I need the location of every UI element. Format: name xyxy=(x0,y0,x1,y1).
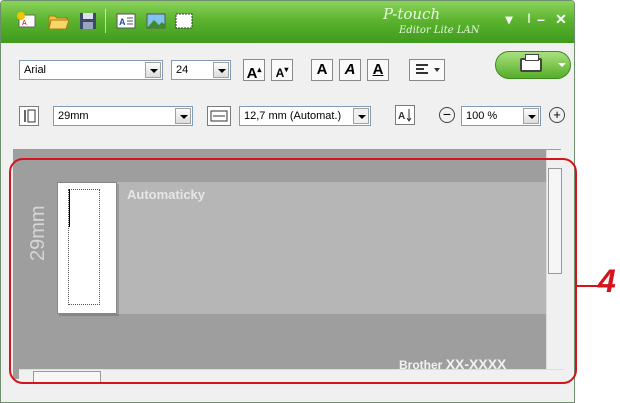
open-folder-icon[interactable] xyxy=(47,10,70,32)
tape-width-value: 29mm xyxy=(58,110,89,122)
rotate-text-icon[interactable]: A xyxy=(395,105,415,125)
chevron-down-icon[interactable] xyxy=(213,62,229,78)
font-name-value: Arial xyxy=(24,64,47,76)
chevron-down-icon[interactable] xyxy=(558,63,566,67)
toolbar-separator xyxy=(105,9,106,33)
title-bar: A A P-touch Editor Lite LAN ▾ | – ✕ xyxy=(1,1,574,43)
chevron-down-icon[interactable] xyxy=(523,108,539,124)
text-align-button[interactable] xyxy=(409,59,445,81)
minimize-button[interactable]: – xyxy=(531,9,551,29)
zoom-select[interactable]: 100 % xyxy=(461,106,541,126)
insert-image-icon[interactable] xyxy=(145,10,167,32)
tape-width-icon xyxy=(19,106,39,126)
brand-logo: P-touch xyxy=(383,5,441,23)
insert-frame-icon[interactable] xyxy=(173,10,195,32)
underline-button[interactable]: A xyxy=(367,59,389,81)
length-stepper[interactable] xyxy=(353,108,369,124)
menu-arrow-icon[interactable]: ▾ xyxy=(499,9,519,29)
app-subtitle: Editor Lite LAN xyxy=(399,25,480,36)
tape-width-select[interactable]: 29mm xyxy=(53,106,193,126)
new-label-icon[interactable]: A xyxy=(15,10,37,32)
zoom-value: 100 % xyxy=(466,110,498,122)
font-name-select[interactable]: Arial xyxy=(19,60,163,80)
svg-text:A: A xyxy=(398,111,405,122)
font-size-select[interactable]: 24 xyxy=(171,60,231,80)
chevron-down-icon[interactable] xyxy=(145,62,161,78)
svg-text:A: A xyxy=(22,20,27,27)
increase-font-size-button[interactable]: A▴ xyxy=(243,59,265,82)
chevron-down-icon[interactable] xyxy=(175,108,191,124)
printer-icon xyxy=(520,54,542,72)
font-size-value: 24 xyxy=(176,64,189,76)
zoom-in-icon[interactable]: + xyxy=(549,107,565,123)
label-length-value: 12,7 mm (Automat.) xyxy=(244,110,342,122)
insert-text-icon[interactable]: A xyxy=(115,10,137,32)
label-length-icon[interactable] xyxy=(207,106,231,126)
label-length-input[interactable]: 12,7 mm (Automat.) xyxy=(239,106,371,126)
bold-button[interactable]: A xyxy=(311,59,333,81)
italic-button[interactable]: A xyxy=(339,59,361,81)
callout-number: 4 xyxy=(598,263,616,299)
callout-highlight xyxy=(9,158,577,384)
decrease-font-size-button[interactable]: A▾ xyxy=(271,59,293,81)
zoom-out-icon[interactable]: − xyxy=(439,107,455,123)
print-button[interactable] xyxy=(495,51,571,79)
close-button[interactable]: ✕ xyxy=(551,9,571,29)
save-icon[interactable] xyxy=(77,10,99,32)
svg-text:A: A xyxy=(119,17,126,27)
